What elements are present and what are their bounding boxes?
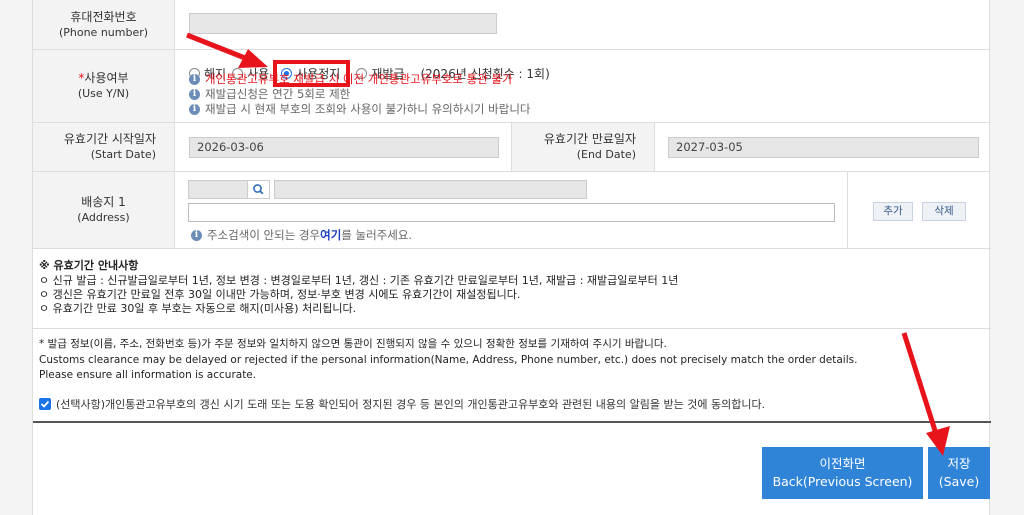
use-label-en: (Use Y/N) [77, 87, 130, 100]
back-button[interactable]: 이전화면 Back(Previous Screen) [762, 447, 923, 499]
phone-input[interactable] [189, 13, 497, 34]
info-icon: i [189, 103, 200, 115]
use-row: *사용여부 (Use Y/N) 해지 사용 사용정지 재발급 (2026년 신청… [33, 50, 991, 123]
address-hint: i 주소검색이 안되는 경우 여기 를 눌러주세요. [191, 227, 412, 243]
guide-line-3: ㅇ 유효기간 만료 30일 후 부호는 자동으로 해지(미사용) 처리됩니다. [39, 302, 357, 315]
info-icon: i [191, 229, 202, 241]
address-label: 배송지 1 (Address) [33, 172, 175, 248]
save-button[interactable]: 저장 (Save) [928, 447, 990, 499]
address-help-link[interactable]: 여기 [320, 227, 341, 243]
check-icon [40, 400, 50, 408]
search-icon [253, 184, 264, 195]
address-search-button[interactable] [247, 180, 270, 199]
consent-checkbox[interactable] [39, 398, 51, 410]
guide-line-2: ㅇ 갱신은 유효기간 만료일 전후 30일 이내만 가능하며, 정보·부호 변경… [39, 288, 521, 301]
use-label-ko: 사용여부 [84, 71, 129, 85]
validity-guide: ※ 유효기간 안내사항 ㅇ 신규 발급 : 신규발급일로부터 1년, 정보 변경… [33, 249, 991, 329]
phone-row: 휴대전화번호 (Phone number) [33, 0, 991, 50]
zip-input[interactable] [188, 180, 248, 199]
address-actions-cell [847, 172, 991, 248]
phone-label-ko: 휴대전화번호 [70, 9, 137, 24]
address-line2-input[interactable] [188, 203, 835, 222]
dates-row: 유효기간 시작일자 (Start Date) 2026-03-06 유효기간 만… [33, 123, 991, 172]
notice-line-1: * 발급 정보(이름, 주소, 전화번호 등)가 주문 정보와 일치하지 않으면… [39, 338, 667, 350]
start-date-input[interactable]: 2026-03-06 [189, 137, 499, 158]
consent-row: (선택사항)개인통관고유부호의 갱신 시기 도래 또는 도용 확인되어 정지된 … [39, 396, 765, 412]
use-note-1: i 개인통관고유부호 재발급 시 이전 개인통관고유부호로 통관 불가 [189, 71, 513, 87]
divider [33, 421, 991, 423]
use-note-2: i 재발급신청은 연간 5회로 제한 [189, 86, 350, 102]
address-line1-input[interactable] [274, 180, 587, 199]
consent-text: (선택사항)개인통관고유부호의 갱신 시기 도래 또는 도용 확인되어 정지된 … [56, 398, 766, 411]
customs-code-form: 휴대전화번호 (Phone number) *사용여부 (Use Y/N) 해지… [32, 0, 991, 515]
notice-line-2: Customs clearance may be delayed or reje… [39, 354, 858, 366]
delete-address-button[interactable]: 삭제 [922, 202, 966, 221]
phone-label-en: (Phone number) [58, 25, 149, 39]
info-notice: * 발급 정보(이름, 주소, 전화번호 등)가 주문 정보와 일치하지 않으면… [33, 329, 991, 387]
info-icon: i [189, 88, 200, 100]
phone-label: 휴대전화번호 (Phone number) [33, 0, 175, 49]
address-row: 배송지 1 (Address) i 주소검색이 안되는 경우 여기 를 눌러주세요… [33, 172, 991, 249]
use-label: *사용여부 (Use Y/N) [33, 50, 175, 122]
end-date-label: 유효기간 만료일자 (End Date) [511, 123, 655, 171]
info-icon: i [189, 73, 200, 85]
guide-line-1: ㅇ 신규 발급 : 신규발급일로부터 1년, 정보 변경 : 변경일로부터 1년… [39, 274, 679, 287]
end-date-input[interactable]: 2027-03-05 [668, 137, 979, 158]
use-note-3: i 재발급 시 현재 부호의 조회와 사용이 불가하니 유의하시기 바랍니다 [189, 101, 530, 117]
start-date-label: 유효기간 시작일자 (Start Date) [33, 123, 175, 171]
notice-line-3: Please ensure all information is accurat… [39, 369, 257, 381]
guide-title: ※ 유효기간 안내사항 [39, 259, 139, 272]
add-address-button[interactable]: 추가 [873, 202, 913, 221]
